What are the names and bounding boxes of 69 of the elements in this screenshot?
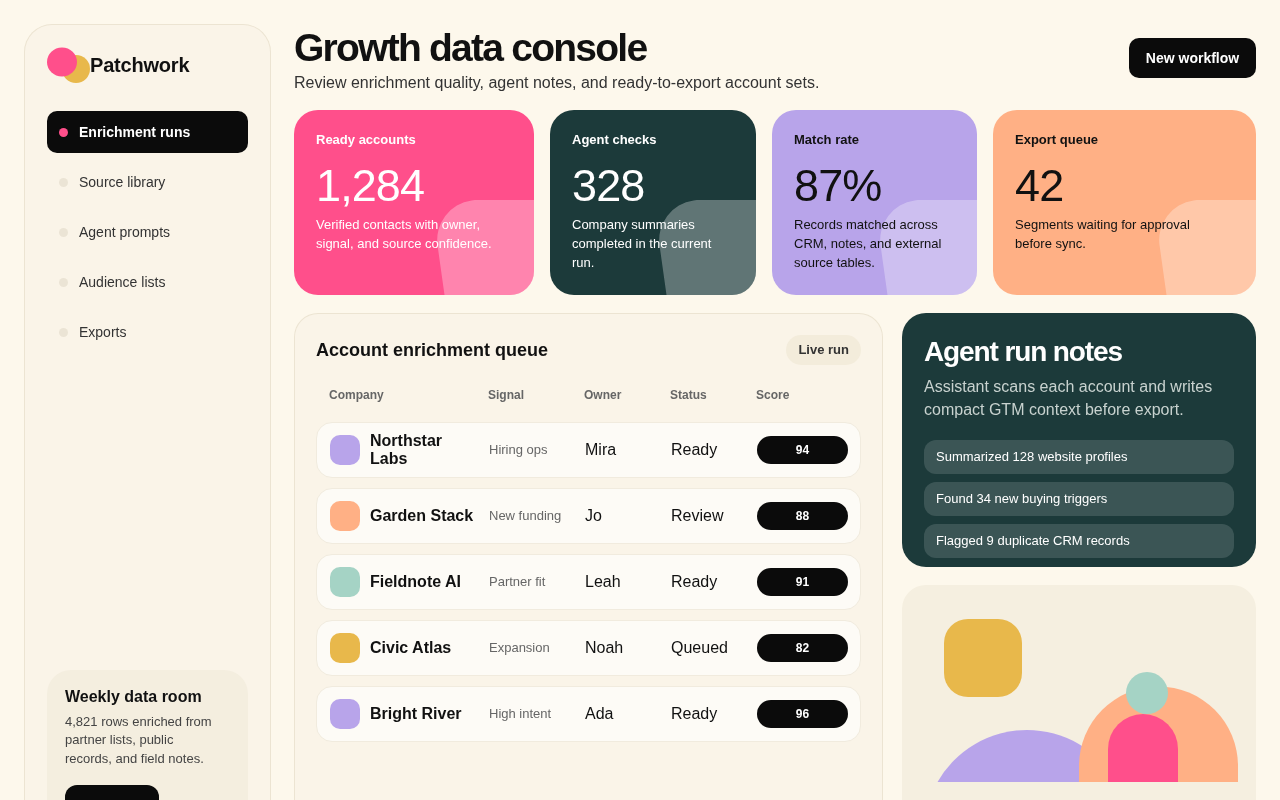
owner-cell-text: Leah — [585, 572, 621, 592]
nav-item[interactable]: Agent prompts — [47, 211, 248, 253]
run-notes-title: Agent run notes — [924, 335, 1123, 369]
score-pill: 96 — [757, 700, 848, 728]
column-header: Owner — [584, 387, 622, 403]
queue-row[interactable]: Fieldnote AI Partner fit Leah Ready 91 — [316, 554, 861, 610]
live-run-badge: Live run — [786, 335, 861, 365]
promo-title: Weekly data room — [65, 686, 203, 707]
queue-row[interactable]: Northstar Labs Hiring ops Mira Ready 94 — [316, 422, 861, 478]
signal-cell-text: Hiring ops — [489, 441, 548, 460]
new-workflow-button[interactable]: New workflow — [1129, 38, 1256, 78]
status-cell-text: Review — [671, 506, 724, 526]
page-title: Growth data console — [294, 25, 648, 71]
stat-label: Match rate — [794, 131, 861, 149]
stat-label: Export queue — [1015, 131, 1100, 149]
queue-title: Account enrichment queue — [316, 339, 549, 362]
score-pill: 82 — [757, 634, 848, 662]
nav-item[interactable]: Enrichment runs — [47, 111, 248, 153]
company-name: Civic Atlas — [370, 639, 452, 657]
signal-cell-text: Expansion — [489, 639, 550, 658]
column-header: Company — [329, 387, 384, 403]
owner-cell-text: Noah — [585, 638, 624, 658]
status-cell-text: Ready — [671, 440, 718, 460]
run-notes-description: Assistant scans each account and writes compact GTM context before export. — [924, 377, 1214, 420]
signal-cell-text: High intent — [489, 705, 552, 724]
stat-value: 42 — [1015, 162, 1065, 210]
pill-shape — [1108, 714, 1178, 782]
score-pill: 94 — [757, 436, 848, 464]
queue-row[interactable]: Bright River High intent Ada Ready 96 — [316, 686, 861, 742]
nav-item[interactable]: Audience lists — [47, 261, 248, 303]
company-name: Garden Stack — [370, 507, 474, 525]
promo-button[interactable] — [65, 785, 159, 800]
stat-label: Agent checks — [572, 131, 658, 149]
column-header: Score — [756, 387, 790, 403]
column-header: Status — [670, 387, 707, 403]
company-name: Bright River — [370, 705, 462, 723]
logo-icon — [47, 47, 90, 83]
stat-description: Company summaries completed in the current run. — [572, 216, 713, 272]
queue-row[interactable]: Garden Stack New funding Jo Review 88 — [316, 488, 861, 544]
stat-label: Ready accounts — [316, 131, 417, 149]
column-header: Signal — [488, 387, 524, 403]
queue-row[interactable]: Civic Atlas Expansion Noah Queued 82 — [316, 620, 861, 676]
stat-description: Records matched across CRM, notes, and external source tables. — [794, 216, 943, 272]
stat-value: 328 — [572, 162, 646, 210]
brand-name: Patchwork — [90, 53, 190, 77]
company-name: Fieldnote AI — [370, 573, 461, 591]
status-cell-text: Ready — [671, 704, 718, 724]
stat-value: 1,284 — [316, 162, 426, 210]
circle-shape — [1126, 672, 1168, 714]
page-subtitle: Review enrichment quality, agent notes, and ready-to-export account sets. — [294, 73, 820, 93]
nav-item[interactable]: Source library — [47, 161, 248, 203]
signal-cell-text: Partner fit — [489, 573, 546, 592]
signal-cell-text: New funding — [489, 507, 562, 526]
owner-cell-text: Ada — [585, 704, 614, 724]
owner-cell-text: Jo — [585, 506, 602, 526]
nav-item[interactable]: Exports — [47, 311, 248, 353]
status-cell-text: Queued — [671, 638, 728, 658]
company-name: Northstar Labs — [370, 432, 443, 468]
stat-value: 87% — [794, 162, 883, 210]
note-item: Summarized 128 website profiles — [924, 440, 1234, 474]
note-item: Flagged 9 duplicate CRM records — [924, 524, 1234, 558]
owner-cell-text: Mira — [585, 440, 617, 460]
stat-description: Segments waiting for approval before sync. — [1015, 216, 1191, 253]
status-cell-text: Ready — [671, 572, 718, 592]
promo-text: 4,821 rows enriched from partner lists, public records, and field notes. — [65, 712, 213, 768]
stat-description: Verified contacts with owner, signal, and source confidence. — [316, 216, 493, 253]
score-pill: 88 — [757, 502, 848, 530]
score-pill: 91 — [757, 568, 848, 596]
note-item: Found 34 new buying triggers — [924, 482, 1234, 516]
